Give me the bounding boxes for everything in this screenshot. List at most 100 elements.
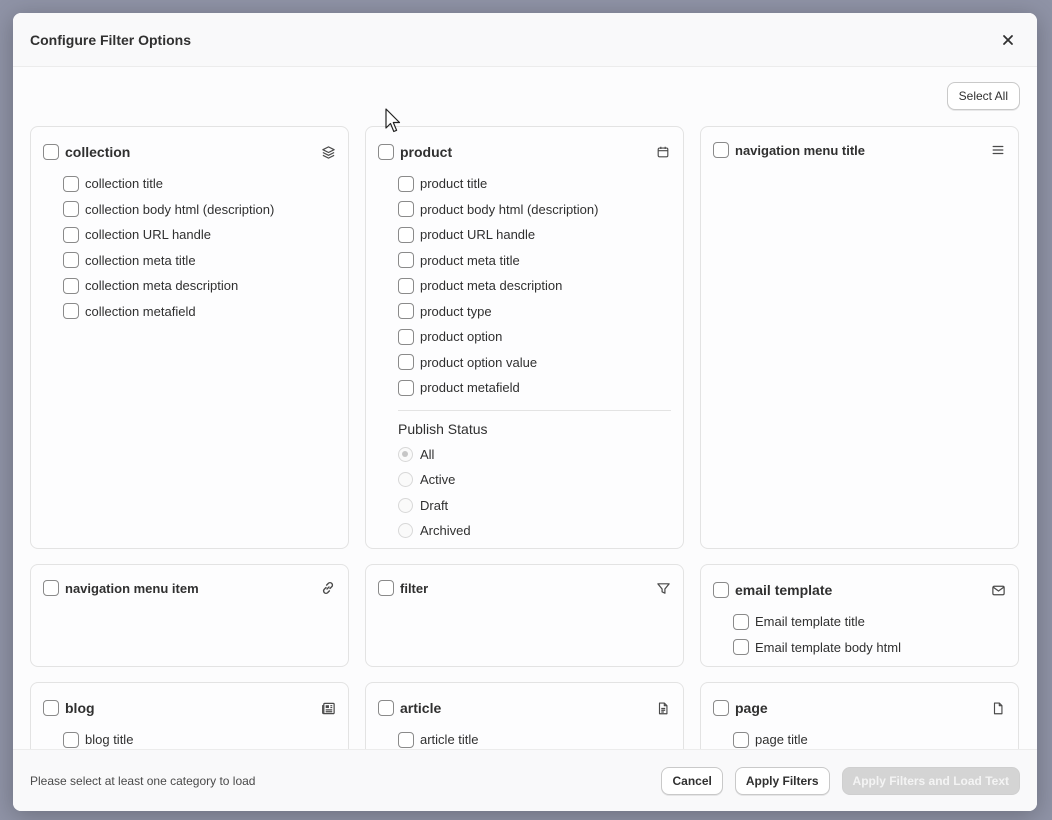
item-label: product title [420, 176, 488, 192]
apply-filters-and-load-text-button[interactable]: Apply Filters and Load Text [841, 766, 1020, 795]
item-label: collection URL handle [85, 227, 211, 243]
checkbox[interactable] [398, 328, 414, 345]
item-label: Email template body html [755, 639, 901, 655]
filter-options-modal: Configure Filter Options Select All coll… [13, 13, 1037, 811]
checkbox[interactable] [398, 226, 414, 243]
list-item[interactable]: collection meta title [63, 248, 336, 274]
email-template-checkbox[interactable] [713, 582, 729, 598]
checkbox[interactable] [63, 303, 79, 320]
radio-label: Draft [420, 497, 449, 513]
list-item[interactable]: article title [398, 727, 671, 749]
list-item[interactable]: blog title [63, 727, 336, 749]
item-label: product metafield [420, 380, 520, 396]
navigation-menu-item-checkbox[interactable] [43, 580, 59, 596]
item-label: collection meta description [85, 278, 239, 294]
blog-checkbox[interactable] [43, 700, 59, 716]
newspaper-icon [320, 700, 336, 716]
list-item[interactable]: product meta title [398, 248, 671, 274]
page-icon [990, 700, 1006, 716]
checkbox[interactable] [398, 303, 414, 320]
radio-label: All [420, 446, 435, 462]
card-collection: collection collection title collection b… [30, 126, 349, 549]
checkbox[interactable] [63, 226, 79, 243]
card-title: article [400, 700, 442, 716]
checkbox[interactable] [398, 277, 414, 294]
radio[interactable] [398, 472, 413, 488]
item-label: collection body html (description) [85, 201, 275, 217]
checkbox[interactable] [733, 613, 749, 630]
checkbox[interactable] [398, 175, 414, 192]
list-item[interactable]: collection title [63, 171, 336, 197]
list-item[interactable]: collection URL handle [63, 222, 336, 248]
card-blog: blog blog title [30, 682, 349, 749]
item-label: product meta description [420, 278, 563, 294]
item-label: product body html (description) [420, 201, 599, 217]
checkbox[interactable] [398, 252, 414, 269]
list-item[interactable]: product body html (description) [398, 197, 671, 223]
list-item[interactable]: product metafield [398, 375, 671, 401]
list-item[interactable]: product meta description [398, 273, 671, 299]
mouse-pointer-icon [385, 108, 401, 133]
link-icon [320, 580, 336, 596]
list-item[interactable]: product option value [398, 350, 671, 376]
list-item[interactable]: page title [733, 727, 1006, 749]
radio-option-draft[interactable]: Draft [398, 493, 671, 519]
radio-label: Archived [420, 523, 471, 539]
filter-checkbox[interactable] [378, 580, 394, 596]
list-item[interactable]: collection metafield [63, 299, 336, 325]
radio[interactable] [398, 446, 413, 462]
list-item[interactable]: product URL handle [398, 222, 671, 248]
list-item[interactable]: Email template title [733, 609, 1006, 635]
list-item[interactable]: product option [398, 324, 671, 350]
page-checkbox[interactable] [713, 700, 729, 716]
document-icon [655, 700, 671, 716]
checkbox[interactable] [63, 175, 79, 192]
product-checkbox[interactable] [378, 144, 394, 160]
card-title: filter [400, 580, 429, 596]
item-label: product URL handle [420, 227, 536, 243]
card-title: email template [735, 582, 833, 598]
select-all-button[interactable]: Select All [946, 82, 1020, 110]
calendar-icon [655, 144, 671, 160]
item-label: article title [420, 732, 479, 748]
layers-icon [320, 144, 336, 160]
checkbox[interactable] [63, 252, 79, 269]
item-label: product type [420, 303, 492, 319]
apply-filters-button[interactable]: Apply Filters [734, 766, 830, 795]
publish-status-title: Publish Status [398, 420, 488, 437]
list-item[interactable]: product type [398, 299, 671, 325]
card-article: article article title [365, 682, 684, 749]
article-checkbox[interactable] [378, 700, 394, 716]
checkbox[interactable] [398, 354, 414, 371]
checkbox[interactable] [63, 731, 79, 748]
cancel-button[interactable]: Cancel [661, 766, 723, 795]
radio[interactable] [398, 523, 413, 539]
checkbox[interactable] [63, 201, 79, 218]
card-title: collection [65, 144, 131, 160]
checkbox[interactable] [398, 731, 414, 748]
radio-option-all[interactable]: All [398, 442, 671, 468]
card-page: page page title [700, 682, 1019, 749]
collection-checkbox[interactable] [43, 144, 59, 160]
menu-icon [990, 142, 1006, 158]
mail-icon [990, 582, 1006, 598]
checkbox[interactable] [733, 731, 749, 748]
item-label: collection meta title [85, 252, 196, 268]
radio[interactable] [398, 497, 413, 513]
list-item[interactable]: collection meta description [63, 273, 336, 299]
close-icon [1003, 34, 1013, 45]
modal-body: Select All collection collection title c… [13, 67, 1037, 749]
list-item[interactable]: Email template body html [733, 635, 1006, 661]
checkbox[interactable] [63, 277, 79, 294]
radio-option-archived[interactable]: Archived [398, 518, 671, 544]
checkbox[interactable] [398, 201, 414, 218]
card-filter: filter [365, 564, 684, 667]
close-button[interactable] [996, 28, 1020, 52]
list-item[interactable]: collection body html (description) [63, 197, 336, 223]
navigation-menu-title-checkbox[interactable] [713, 142, 729, 158]
radio-option-active[interactable]: Active [398, 467, 671, 493]
checkbox[interactable] [398, 379, 414, 396]
checkbox[interactable] [733, 639, 749, 656]
list-item[interactable]: product title [398, 171, 671, 197]
item-label: collection title [85, 176, 164, 192]
